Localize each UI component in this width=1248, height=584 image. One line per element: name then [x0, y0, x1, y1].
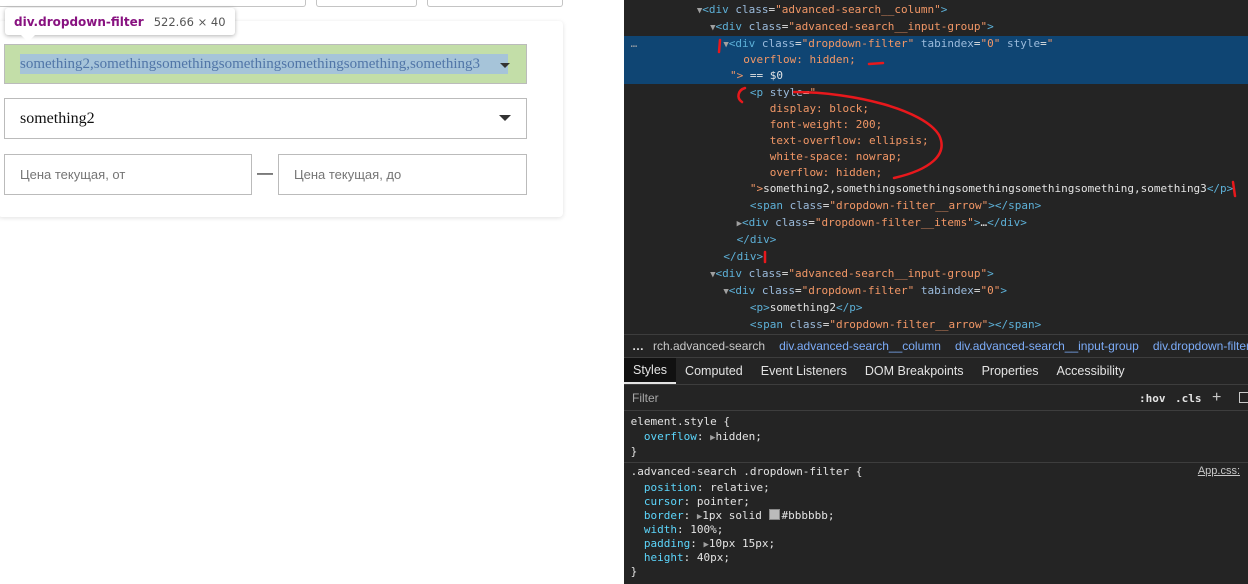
tooltip-element-size: 522.66 × 40	[153, 14, 226, 29]
tab-dom-breakpoints[interactable]: DOM Breakpoints	[856, 358, 973, 384]
breadcrumb-item[interactable]: div.dropdown-filter	[1146, 339, 1248, 353]
price-to-input[interactable]	[278, 154, 527, 195]
style-declaration[interactable]: width: 100%;	[624, 523, 1248, 537]
top-button-partial-2[interactable]	[427, 0, 563, 7]
dom-node-line-selected[interactable]: … ▼<div class="dropdown-filter" tabindex…	[624, 36, 1248, 52]
dom-node-line[interactable]: overflow: hidden;	[624, 165, 1248, 181]
dropdown-selected-value-2: something2	[20, 110, 95, 127]
style-declaration[interactable]: padding: ▶10px 15px;	[624, 537, 1248, 551]
dom-node-line[interactable]: <p style="	[624, 85, 1248, 101]
dropdown-content-box: something2,somethingsomethingsomethingso…	[20, 54, 508, 74]
dom-node-line[interactable]: ▼<div class="dropdown-filter" tabindex="…	[624, 283, 1248, 299]
dom-node-line[interactable]: <span class="dropdown-filter__arrow"></s…	[624, 198, 1248, 214]
dom-node-line[interactable]: <span class="dropdown-filter__arrow"></s…	[624, 317, 1248, 333]
top-button-partial[interactable]	[316, 0, 417, 7]
stylesheet-source-link[interactable]: App.css:	[1198, 465, 1240, 477]
devtools-panel: ▼<div class="advanced-search__column"> ▼…	[624, 0, 1248, 584]
dom-node-line[interactable]: <p>something2</p>	[624, 300, 1248, 316]
dropdown-filter-second[interactable]: something2	[4, 98, 527, 139]
rule-close: }	[630, 445, 638, 458]
tab-properties[interactable]: Properties	[973, 358, 1048, 384]
color-swatch-icon[interactable]	[768, 509, 780, 520]
dom-node-line[interactable]: font-weight: 200;	[624, 117, 1248, 133]
inspector-tooltip: div.dropdown-filter 522.66 × 40	[5, 8, 235, 42]
dom-node-line-selected[interactable]: overflow: hidden;	[624, 52, 1248, 68]
styles-filter-bar: Filter :hov .cls +	[624, 386, 1248, 411]
dom-node-line[interactable]: ▼<div class="advanced-search__column">	[624, 2, 1248, 18]
rule-selector[interactable]: .advanced-search .dropdown-filter {	[624, 465, 1248, 479]
rule-close: }	[630, 565, 638, 578]
dom-node-line-selected[interactable]: "> == $0	[624, 68, 1248, 84]
dropdown-arrow-icon[interactable]	[500, 63, 510, 68]
price-separator: —	[257, 165, 273, 182]
dom-node-line[interactable]: ▶<div class="dropdown-filter__items">…</…	[624, 215, 1248, 231]
style-declaration[interactable]: overflow: ▶hidden;	[624, 430, 1248, 444]
dropdown-filter-highlighted[interactable]: something2,somethingsomethingsomethingso…	[4, 44, 527, 84]
toggle-sidebar-icon[interactable]	[1239, 392, 1248, 403]
row-more-dots[interactable]: …	[631, 37, 638, 50]
tooltip-element-name: div.dropdown-filter	[14, 14, 144, 29]
dropdown-arrow-icon[interactable]	[499, 115, 511, 121]
rule-separator	[624, 462, 1248, 463]
elements-tree: ▼<div class="advanced-search__column"> ▼…	[624, 0, 1248, 334]
tab-accessibility[interactable]: Accessibility	[1048, 358, 1134, 384]
element-style-selector[interactable]: element.style {	[624, 415, 1248, 429]
hov-toggle-button[interactable]: :hov	[1139, 392, 1166, 405]
breadcrumb-item[interactable]: div.advanced-search__column	[772, 339, 948, 353]
dom-node-line[interactable]: ">something2,somethingsomethingsomething…	[624, 181, 1248, 197]
tab-styles[interactable]: Styles	[624, 358, 677, 384]
styles-pane: element.style { overflow: ▶hidden; } .ad…	[624, 411, 1248, 584]
dom-node-line[interactable]: </div>	[624, 249, 1248, 265]
page-viewport: div.dropdown-filter 522.66 × 40 somethin…	[0, 0, 624, 584]
add-rule-button[interactable]: +	[1212, 389, 1221, 407]
top-input-partial[interactable]	[0, 0, 306, 7]
dom-breadcrumbs: … rch.advanced-search div.advanced-searc…	[624, 334, 1248, 358]
style-declaration[interactable]: position: relative;	[624, 481, 1248, 495]
styles-filter-input[interactable]: Filter	[624, 391, 1132, 405]
breadcrumb-item[interactable]: rch.advanced-search	[651, 339, 772, 353]
dom-node-line[interactable]: ▼<div class="advanced-search__input-grou…	[624, 266, 1248, 282]
style-declaration[interactable]: border: ▶1px solid #bbbbbb;	[624, 509, 1248, 523]
dom-node-line[interactable]: display: block;	[624, 101, 1248, 117]
tab-computed[interactable]: Computed	[676, 358, 752, 384]
dom-node-line[interactable]: </div>	[624, 232, 1248, 248]
dom-node-line[interactable]: text-overflow: ellipsis;	[624, 133, 1248, 149]
dropdown-selected-value: something2,somethingsomethingsomethingso…	[20, 56, 480, 72]
dom-node-line[interactable]: white-space: nowrap;	[624, 149, 1248, 165]
price-from-input[interactable]	[4, 154, 252, 195]
breadcrumb-item[interactable]: div.advanced-search__input-group	[948, 339, 1146, 353]
dom-node-line[interactable]: ▼<div class="advanced-search__input-grou…	[624, 19, 1248, 35]
style-declaration[interactable]: height: 40px;	[624, 551, 1248, 565]
sidebar-tabs: Styles Computed Event Listeners DOM Brea…	[624, 358, 1248, 385]
breadcrumb-more[interactable]: …	[624, 339, 651, 353]
tab-event-listeners[interactable]: Event Listeners	[752, 358, 856, 384]
style-declaration[interactable]: cursor: pointer;	[624, 495, 1248, 509]
cls-toggle-button[interactable]: .cls	[1175, 392, 1202, 405]
